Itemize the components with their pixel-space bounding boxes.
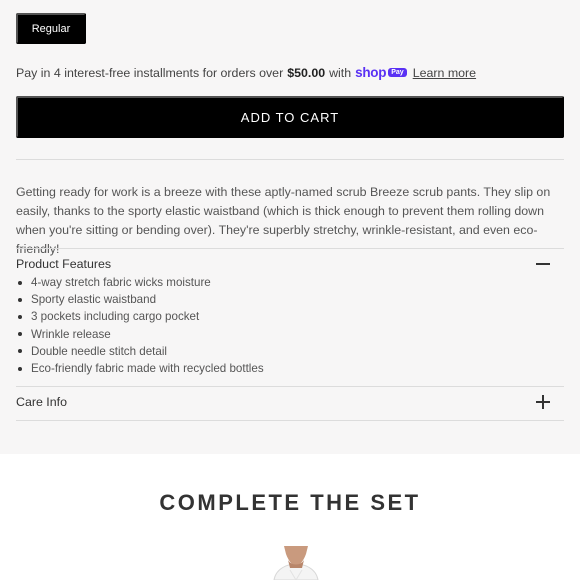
divider — [16, 248, 564, 249]
bullet-icon — [18, 349, 22, 354]
bullet-icon — [18, 280, 22, 285]
list-item: Sporty elastic waistband — [16, 291, 264, 308]
installments-message: Pay in 4 interest-free installments for … — [16, 65, 476, 80]
list-item: 4-way stretch fabric wicks moisture — [16, 274, 264, 291]
product-details-section: Regular Pay in 4 interest-free installme… — [0, 0, 580, 454]
plus-icon[interactable] — [536, 395, 550, 409]
learn-more-link[interactable]: Learn more — [413, 66, 476, 80]
list-item: 3 pockets including cargo pocket — [16, 308, 264, 325]
complete-the-set-section: COMPLETE THE SET — [0, 454, 580, 580]
accordion-title: Product Features — [16, 257, 112, 271]
bullet-icon — [18, 332, 22, 337]
minus-icon[interactable] — [536, 257, 550, 271]
list-item: Wrinkle release — [16, 326, 264, 343]
model-photo-icon — [273, 546, 319, 580]
features-list: 4-way stretch fabric wicks moisture Spor… — [16, 274, 264, 377]
section-title: COMPLETE THE SET — [159, 490, 421, 515]
list-item: Double needle stitch detail — [16, 343, 264, 360]
installments-text: Pay in 4 interest-free installments for … — [16, 65, 284, 80]
accordion-product-features[interactable]: Product Features — [16, 257, 564, 271]
shop-pay-badge: Pay — [388, 68, 407, 77]
installments-with: with — [329, 65, 352, 80]
divider — [16, 386, 564, 387]
divider — [16, 159, 564, 160]
accordion-care-info[interactable]: Care Info — [16, 395, 564, 409]
accordion-title: Care Info — [16, 395, 67, 409]
size-option-regular[interactable]: Regular — [16, 13, 86, 44]
divider — [16, 420, 564, 421]
add-to-cart-button[interactable]: ADD TO CART — [16, 96, 564, 138]
bullet-icon — [18, 366, 22, 371]
bullet-icon — [18, 297, 22, 302]
bullet-icon — [18, 314, 22, 319]
list-item: Eco-friendly fabric made with recycled b… — [16, 360, 264, 377]
installments-threshold: $50.00 — [287, 65, 326, 80]
product-image[interactable] — [236, 546, 356, 580]
shop-pay-logo: shop — [355, 65, 387, 80]
